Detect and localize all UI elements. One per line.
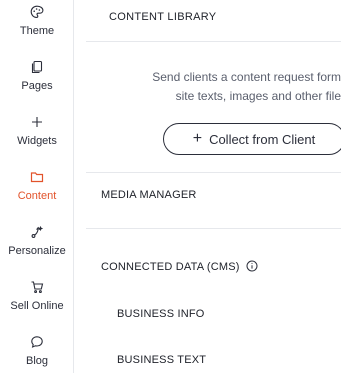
sidebar-item-widgets[interactable]: Widgets — [0, 114, 74, 164]
sidebar-item-content-label: Content — [17, 190, 57, 202]
media-manager-label: MEDIA MANAGER — [101, 189, 197, 201]
collect-description: Send clients a content request form site… — [86, 68, 341, 106]
connected-data-section: CONNECTED DATA (CMS) BUSINESS INFO BUSIN… — [86, 228, 341, 373]
folder-icon — [29, 169, 45, 185]
editor-root: Theme Pages Widgets Content Personalize … — [0, 0, 341, 373]
palette-icon — [29, 4, 45, 20]
speech-bubble-icon — [29, 334, 45, 350]
description-line-2: site texts, images and other file — [175, 89, 341, 103]
personalize-icon — [29, 224, 45, 240]
connected-data-label: CONNECTED DATA (CMS) — [101, 261, 240, 273]
info-icon[interactable] — [246, 260, 258, 272]
cart-icon — [29, 279, 45, 295]
content-library-panel: CONTENT LIBRARY Send clients a content r… — [86, 0, 341, 373]
connected-data-heading: CONNECTED DATA (CMS) — [101, 260, 258, 273]
sidebar-item-personalize-label: Personalize — [8, 245, 66, 257]
plus-icon: + — [192, 130, 203, 147]
media-manager-section[interactable]: MEDIA MANAGER — [86, 172, 341, 228]
panel-header: CONTENT LIBRARY — [86, 0, 341, 42]
pages-icon — [29, 59, 45, 75]
sidebar-item-blog-label: Blog — [25, 355, 49, 367]
sidebar-item-blog[interactable]: Blog — [0, 334, 74, 373]
collect-from-client-button[interactable]: + Collect from Client — [163, 123, 341, 155]
sidebar-item-sell-online-label: Sell Online — [10, 300, 64, 312]
left-icon-rail: Theme Pages Widgets Content Personalize … — [0, 0, 74, 373]
sidebar-item-content[interactable]: Content — [0, 169, 74, 219]
plus-icon — [29, 114, 45, 130]
sidebar-item-pages[interactable]: Pages — [0, 59, 74, 109]
sidebar-item-theme-label: Theme — [19, 25, 55, 37]
sidebar-item-widgets-label: Widgets — [17, 135, 57, 147]
sidebar-item-theme[interactable]: Theme — [0, 4, 74, 54]
business-info-item[interactable]: BUSINESS INFO — [117, 308, 205, 320]
business-text-item[interactable]: BUSINESS TEXT — [117, 354, 206, 366]
sidebar-item-personalize[interactable]: Personalize — [0, 224, 74, 274]
sidebar-item-sell-online[interactable]: Sell Online — [0, 279, 74, 329]
collect-from-client-label: Collect from Client — [209, 131, 316, 147]
sidebar-item-pages-label: Pages — [21, 80, 53, 92]
panel-title: CONTENT LIBRARY — [109, 11, 217, 23]
description-line-1: Send clients a content request form — [152, 70, 341, 84]
